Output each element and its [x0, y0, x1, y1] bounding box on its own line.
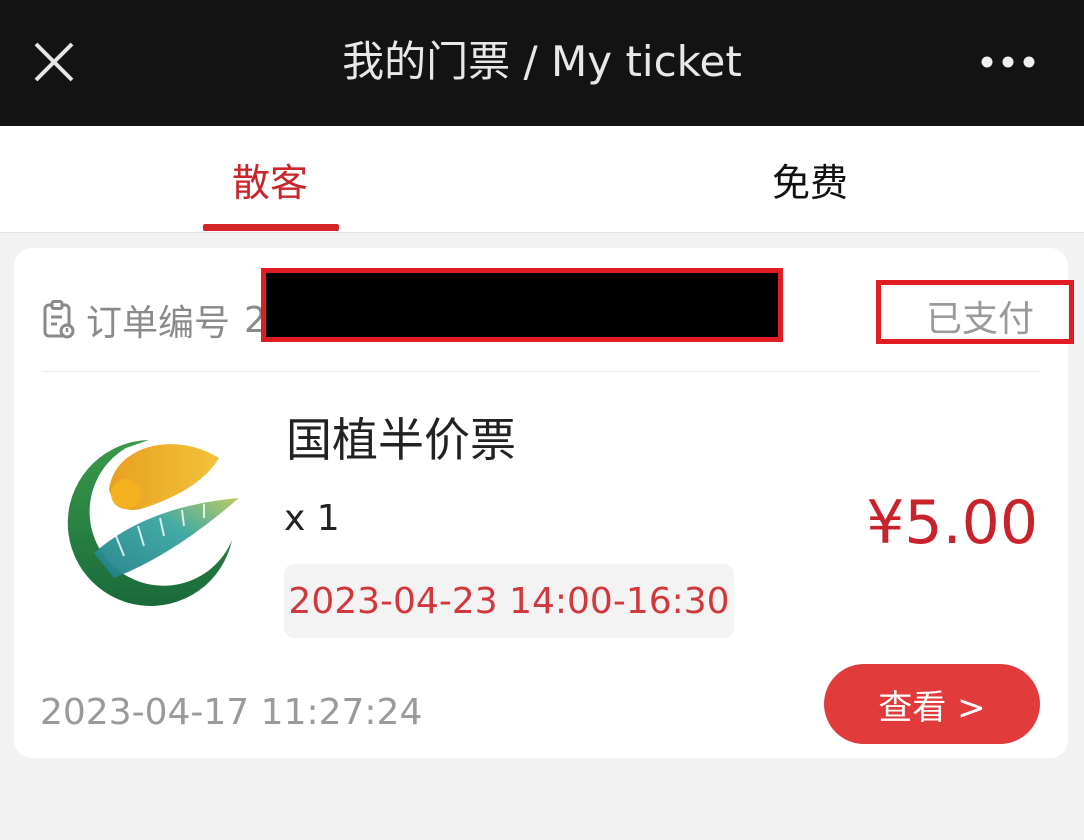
visit-time-slot: 2023-04-23 14:00-16:30 [284, 564, 734, 638]
ticket-tabs: 散客 免费 [0, 126, 1084, 233]
clipboard-icon [43, 300, 75, 339]
ticket-quantity: x 1 [284, 498, 340, 539]
order-number-row: 订单编号 2 [42, 292, 267, 348]
top-bar: 我的门票 / My ticket [0, 0, 1084, 126]
active-tab-indicator [203, 224, 339, 231]
botanical-garden-logo [67, 440, 239, 606]
payment-status: 已支付 [925, 299, 1034, 340]
more-dots-icon [981, 56, 1035, 68]
tab-free[interactable]: 免费 [710, 126, 910, 232]
tab-tourist[interactable]: 散客 [170, 126, 370, 232]
more-button[interactable] [972, 40, 1044, 84]
divider [42, 371, 1040, 372]
ticket-price: ¥5.00 [866, 488, 1038, 558]
page-title: 我的门票 / My ticket [342, 37, 742, 86]
ticket-name: 国植半价票 [286, 413, 516, 467]
redacted-order-number [261, 268, 783, 342]
ticket-card[interactable]: 订单编号 2 已支付 国植半价票 x 1 ¥5.00 2023-04-23 14… [14, 248, 1074, 758]
order-number-label: 订单编号 [86, 303, 231, 344]
order-created-time: 2023-04-17 11:27:24 [40, 692, 423, 733]
view-ticket-button[interactable]: 查看 > [824, 664, 1040, 744]
